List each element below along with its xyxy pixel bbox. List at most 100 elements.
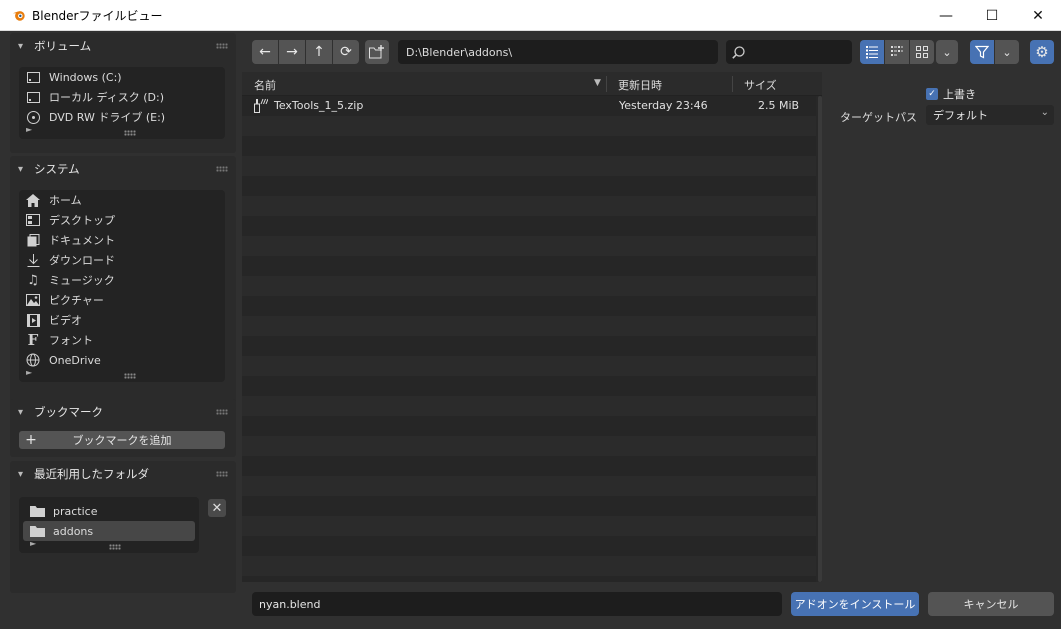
folder-icon bbox=[29, 503, 45, 519]
refresh-button[interactable]: ⟳ bbox=[333, 40, 359, 64]
system-item-pictures[interactable]: ピクチャー bbox=[19, 290, 225, 310]
sort-descending-icon[interactable]: ▼ bbox=[594, 78, 601, 88]
gear-icon: ⚙ bbox=[1035, 43, 1049, 61]
column-header: 名前 ▼ 更新日時 サイズ bbox=[242, 72, 822, 96]
globe-icon bbox=[25, 352, 41, 368]
recent-header[interactable]: ▾ 最近利用したフォルダ bbox=[10, 461, 236, 487]
disc-icon bbox=[25, 109, 41, 125]
file-list: 名前 ▼ 更新日時 サイズ TexTools_1_5.zip Yesterday… bbox=[242, 72, 822, 582]
blender-logo-icon bbox=[12, 11, 25, 21]
chevron-down-icon: ⌄ bbox=[942, 45, 952, 59]
drag-grip-icon[interactable] bbox=[216, 409, 228, 415]
close-button[interactable]: ✕ bbox=[1015, 0, 1061, 31]
display-options-dropdown[interactable]: ⌄ bbox=[936, 40, 958, 64]
filter-options-dropdown[interactable]: ⌄ bbox=[995, 40, 1019, 64]
bottom-bar: nyan.blend アドオンをインストール キャンセル bbox=[242, 585, 1061, 629]
system-item-fonts[interactable]: F フォント bbox=[19, 330, 225, 350]
drive-icon bbox=[25, 69, 41, 85]
title-bar: Blenderファイルビュー — ☐ ✕ bbox=[0, 0, 1061, 31]
cancel-button[interactable]: キャンセル bbox=[928, 592, 1054, 616]
table-row[interactable]: TexTools_1_5.zip Yesterday 23:46 2.5 MiB bbox=[242, 96, 816, 116]
recent-panel: ▾ 最近利用したフォルダ practice addons ► ✕ bbox=[10, 461, 236, 593]
volume-item-c[interactable]: Windows (C:) bbox=[19, 67, 225, 87]
drive-icon bbox=[25, 89, 41, 105]
volumes-header[interactable]: ▾ ボリューム bbox=[10, 33, 236, 59]
system-item-videos[interactable]: ビデオ bbox=[19, 310, 225, 330]
chevron-down-icon: ▾ bbox=[18, 163, 24, 175]
file-date: Yesterday 23:46 bbox=[619, 99, 708, 112]
thumbnail-view-icon bbox=[916, 46, 928, 58]
display-vertical-list-button[interactable] bbox=[860, 40, 884, 64]
drag-grip-icon[interactable] bbox=[216, 166, 228, 172]
sidebar: ▾ ボリューム Windows (C:) ローカル ディスク (D:) DVD … bbox=[10, 33, 236, 593]
resize-grip-icon[interactable] bbox=[124, 130, 136, 136]
back-button[interactable]: ← bbox=[252, 40, 278, 64]
directory-path-input[interactable]: D:\Blender\addons\ bbox=[398, 40, 718, 64]
list-view-icon bbox=[866, 46, 878, 59]
column-size[interactable]: サイズ bbox=[744, 77, 777, 93]
add-bookmark-button[interactable]: + ブックマークを追加 bbox=[19, 431, 225, 449]
column-date[interactable]: 更新日時 bbox=[618, 77, 662, 93]
expand-arrow-icon[interactable]: ► bbox=[26, 125, 32, 134]
system-item-onedrive[interactable]: OneDrive bbox=[19, 350, 225, 370]
system-header[interactable]: ▾ システム bbox=[10, 156, 236, 182]
display-thumbnails-button[interactable] bbox=[910, 40, 934, 64]
minimize-button[interactable]: — bbox=[923, 0, 969, 31]
arrow-right-icon: → bbox=[286, 44, 298, 60]
recent-item-addons[interactable]: addons bbox=[23, 521, 195, 541]
parent-directory-button[interactable]: ↑ bbox=[306, 40, 332, 64]
maximize-button[interactable]: ☐ bbox=[969, 0, 1015, 31]
system-item-music[interactable]: ♫ ミュージック bbox=[19, 270, 225, 290]
zip-file-icon bbox=[254, 98, 269, 116]
folder-icon bbox=[29, 523, 45, 539]
system-item-desktop[interactable]: デスクトップ bbox=[19, 210, 225, 230]
toolbar: ← → ↑ ⟳ D:\Blender\addons\ ⌄ ⌄ ⚙ bbox=[242, 37, 1056, 65]
desktop-icon bbox=[25, 212, 41, 228]
music-icon: ♫ bbox=[27, 272, 39, 288]
file-size: 2.5 MiB bbox=[758, 99, 800, 112]
search-input[interactable] bbox=[726, 40, 852, 64]
filter-toggle-button[interactable] bbox=[970, 40, 994, 64]
install-addon-button[interactable]: アドオンをインストール bbox=[791, 592, 919, 616]
expand-arrow-icon[interactable]: ► bbox=[30, 539, 36, 548]
expand-arrow-icon[interactable]: ► bbox=[26, 368, 32, 377]
video-icon bbox=[25, 312, 41, 328]
chevron-down-icon: ⌄ bbox=[1040, 107, 1049, 118]
filter-icon bbox=[975, 45, 989, 59]
system-item-documents[interactable]: ドキュメント bbox=[19, 230, 225, 250]
filename-input[interactable]: nyan.blend bbox=[252, 592, 782, 616]
file-name: TexTools_1_5.zip bbox=[274, 99, 364, 112]
documents-icon bbox=[25, 232, 41, 248]
system-list: ホーム デスクトップ ドキュメント ダウンロード ♫ ミュージック ピクチャー … bbox=[19, 190, 225, 382]
new-folder-button[interactable] bbox=[365, 40, 389, 64]
bookmarks-header[interactable]: ▾ ブックマーク bbox=[10, 399, 236, 425]
arrow-up-icon: ↑ bbox=[313, 44, 325, 60]
target-path-label: ターゲットパス bbox=[840, 111, 917, 124]
target-path-select[interactable]: デフォルト ⌄ bbox=[926, 105, 1054, 125]
arrow-left-icon: ← bbox=[259, 44, 271, 60]
file-rows: TexTools_1_5.zip Yesterday 23:46 2.5 MiB bbox=[242, 96, 816, 582]
recent-item-practice[interactable]: practice bbox=[23, 501, 195, 521]
system-panel: ▾ システム ホーム デスクトップ ドキュメント ダウンロード ♫ ミュージック… bbox=[10, 156, 236, 426]
system-item-downloads[interactable]: ダウンロード bbox=[19, 250, 225, 270]
volume-item-e[interactable]: DVD RW ドライブ (E:) bbox=[19, 107, 225, 127]
search-icon bbox=[732, 45, 745, 59]
chevron-down-icon: ⌄ bbox=[1002, 45, 1012, 59]
overwrite-checkbox[interactable]: ✓ 上書き bbox=[926, 86, 976, 102]
system-item-home[interactable]: ホーム bbox=[19, 190, 225, 210]
scrollbar[interactable] bbox=[818, 96, 822, 582]
chevron-down-icon: ▾ bbox=[18, 40, 24, 52]
column-name[interactable]: 名前 bbox=[254, 77, 276, 93]
new-folder-icon bbox=[369, 45, 384, 59]
volumes-list: Windows (C:) ローカル ディスク (D:) DVD RW ドライブ … bbox=[19, 67, 225, 139]
drag-grip-icon[interactable] bbox=[216, 471, 228, 477]
volume-item-d[interactable]: ローカル ディスク (D:) bbox=[19, 87, 225, 107]
display-horizontal-list-button[interactable] bbox=[885, 40, 909, 64]
forward-button[interactable]: → bbox=[279, 40, 305, 64]
remove-recent-button[interactable]: ✕ bbox=[208, 499, 226, 517]
resize-grip-icon[interactable] bbox=[109, 544, 121, 550]
drag-grip-icon[interactable] bbox=[216, 43, 228, 49]
resize-grip-icon[interactable] bbox=[124, 373, 136, 379]
picture-icon bbox=[25, 292, 41, 308]
settings-button[interactable]: ⚙ bbox=[1030, 40, 1054, 64]
